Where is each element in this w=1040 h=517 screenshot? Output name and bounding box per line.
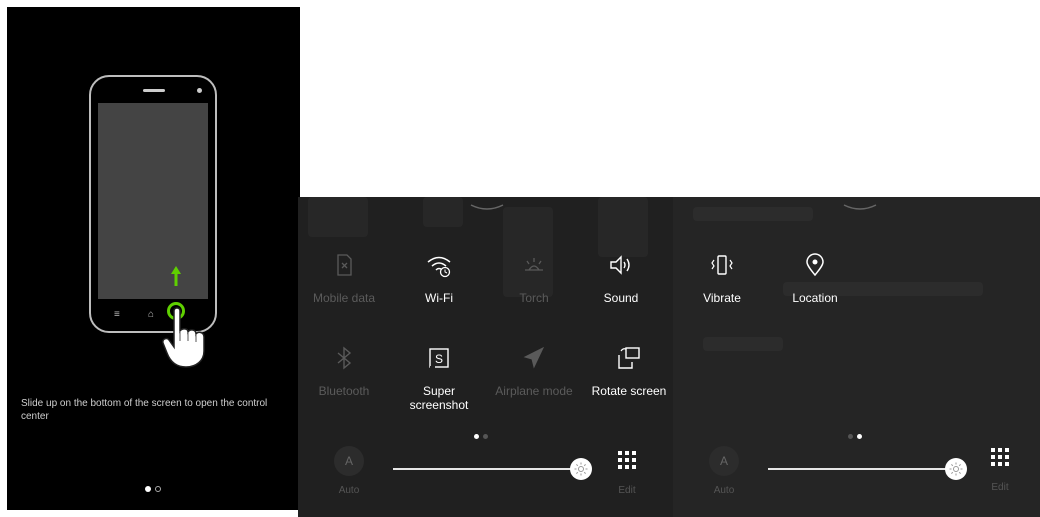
mobile-data-icon <box>337 254 352 276</box>
page-dot-inactive <box>848 434 853 439</box>
chevron-down-icon[interactable] <box>843 203 877 213</box>
tile-sound[interactable]: Sound <box>576 252 666 305</box>
tutorial-instruction: Slide up on the bottom of the screen to … <box>21 398 268 422</box>
page-dot-active <box>474 434 479 439</box>
chevron-down-icon[interactable] <box>470 203 504 213</box>
background-blur <box>598 197 648 257</box>
sound-icon <box>610 255 630 275</box>
tile-vibrate[interactable]: Vibrate <box>677 252 767 305</box>
home-key-icon: ⌂ <box>148 309 155 320</box>
hand-pointer-icon <box>162 307 205 368</box>
edit-label: Edit <box>991 482 1009 493</box>
brightness-slider-knob[interactable] <box>945 458 967 480</box>
tile-label: Location <box>792 291 838 305</box>
tile-label: Rotate screen <box>591 384 667 398</box>
page-dot-active <box>857 434 862 439</box>
brightness-slider-knob[interactable] <box>570 458 592 480</box>
tile-rotate-screen[interactable]: Rotate screen <box>584 345 673 398</box>
edit-grid-icon[interactable] <box>618 451 636 469</box>
auto-brightness-button[interactable]: A <box>709 446 739 476</box>
brightness-sun-icon <box>574 462 588 476</box>
airplane-icon <box>523 346 545 369</box>
tile-mobile-data[interactable]: Mobile data <box>299 252 389 305</box>
tile-bluetooth[interactable]: Bluetooth <box>299 345 389 398</box>
tile-wifi[interactable]: Wi-Fi <box>394 252 484 305</box>
torch-icon <box>525 258 543 271</box>
tile-location[interactable]: Location <box>770 252 860 305</box>
menu-key-icon: ≡ <box>114 309 120 320</box>
tile-label: Vibrate <box>703 291 741 305</box>
bluetooth-icon <box>337 346 352 370</box>
control-center-page-1: Mobile data Wi-Fi Torch Sound Bluetooth <box>298 197 673 517</box>
tile-label: Torch <box>519 291 549 305</box>
phone-speaker <box>143 89 165 92</box>
screenshot-icon: S <box>429 348 449 368</box>
page-dot-inactive <box>483 434 488 439</box>
brightness-slider-track[interactable] <box>768 468 956 470</box>
background-blur <box>703 337 783 351</box>
svg-text:S: S <box>435 352 443 366</box>
tile-label: Super screenshot <box>409 384 469 412</box>
tutorial-panel: ≡ ⌂ Slide up on the bottom of the screen… <box>7 7 300 510</box>
tile-label: Airplane mode <box>495 384 573 398</box>
edit-grid-icon[interactable] <box>991 448 1009 466</box>
page-indicator <box>848 426 866 439</box>
tile-label: Bluetooth <box>318 384 370 398</box>
auto-brightness-button[interactable]: A <box>334 446 364 476</box>
tile-label: Mobile data <box>312 291 376 305</box>
auto-brightness-label: Auto <box>713 485 735 496</box>
page-dot-active <box>145 486 151 492</box>
wifi-icon <box>427 256 451 278</box>
tile-torch[interactable]: Torch <box>489 252 579 305</box>
auto-brightness-label: Auto <box>338 485 360 496</box>
tutorial-page-indicator <box>145 479 165 492</box>
tile-label: Wi-Fi <box>425 291 453 305</box>
location-icon <box>806 253 824 277</box>
background-blur <box>423 197 463 227</box>
control-center-page-2: Vibrate Location A Auto Edit <box>673 197 1040 517</box>
tile-airplane-mode[interactable]: Airplane mode <box>489 345 579 398</box>
brightness-slider-track[interactable] <box>393 468 581 470</box>
phone-camera <box>197 88 202 93</box>
background-blur <box>308 197 368 237</box>
background-blur <box>693 207 813 221</box>
tile-super-screenshot[interactable]: S Super screenshot <box>394 345 484 412</box>
edit-label: Edit <box>618 485 636 496</box>
rotate-icon <box>618 347 640 369</box>
swipe-up-arrow-icon <box>171 266 181 286</box>
vibrate-icon <box>711 255 733 275</box>
tile-label: Sound <box>603 291 639 305</box>
page-dot-inactive <box>155 486 161 492</box>
page-indicator <box>474 426 492 439</box>
phone-screen <box>98 103 208 299</box>
brightness-sun-icon <box>949 462 963 476</box>
phone-illustration: ≡ ⌂ <box>89 75 217 333</box>
